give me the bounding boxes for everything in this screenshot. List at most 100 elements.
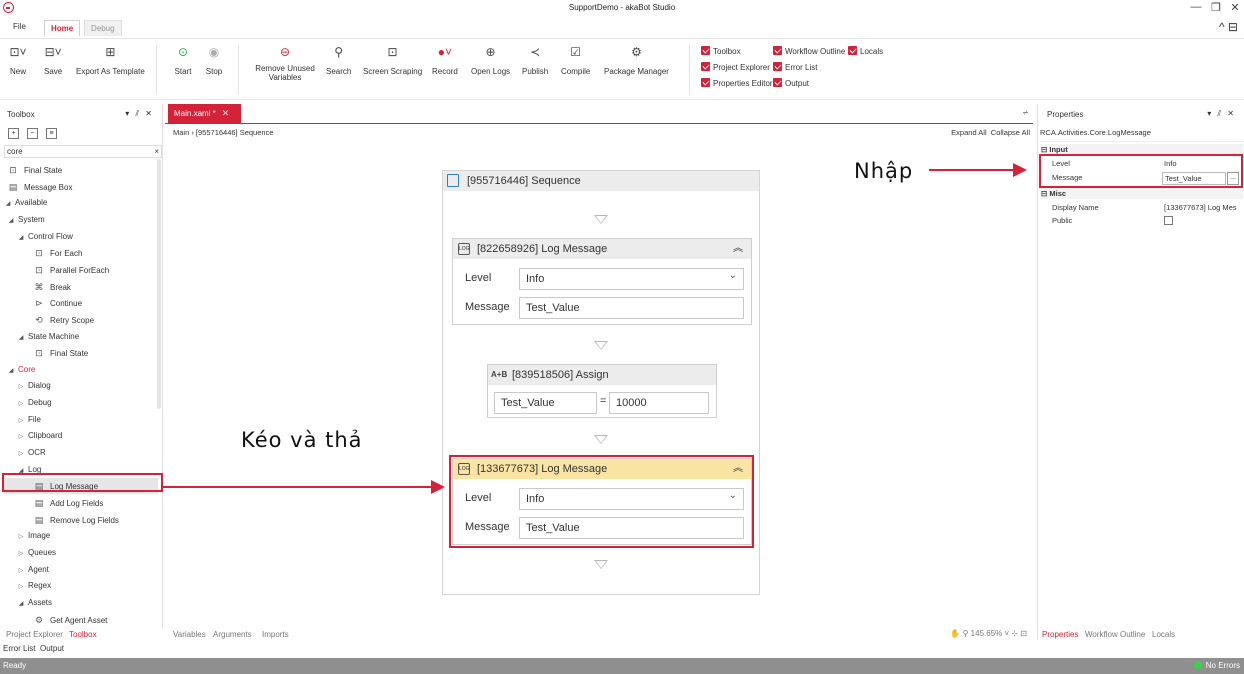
tab-debug[interactable]: Debug — [84, 20, 122, 36]
tab-toolbox[interactable]: Toolbox — [69, 630, 97, 639]
toolbox-header-controls[interactable]: ▾ ⫽ ✕ — [125, 109, 154, 119]
toolbox-item-break[interactable]: ⌘ Break — [33, 279, 71, 295]
toolbox-item-agent[interactable]: ▷ Agent — [17, 562, 49, 578]
assign-to-input[interactable]: Test_Value — [494, 392, 597, 414]
toolbox-item-assets[interactable]: ◢ Assets — [17, 595, 52, 611]
property-public-checkbox[interactable] — [1164, 216, 1173, 225]
ribbon-collapse-icon[interactable]: ^ ⊟ — [1219, 20, 1238, 34]
tab-imports[interactable]: Imports — [262, 630, 289, 639]
toolbox-item-state-machine[interactable]: ◢ State Machine — [17, 329, 79, 345]
drop-target-icon[interactable] — [594, 560, 608, 569]
toolbox-item-retry-scope[interactable]: ⟲ Retry Scope — [33, 312, 94, 328]
output-checkbox[interactable]: Output — [773, 78, 809, 88]
collapse-icon[interactable]: ︽ — [733, 239, 743, 259]
tab-error-list[interactable]: Error List — [3, 644, 35, 653]
toolbox-item-system[interactable]: ◢ System — [7, 212, 45, 228]
log-message-activity-1[interactable]: LOG [822658926] Log Message ︽ Level Info… — [452, 238, 752, 325]
toolbox-item-queues[interactable]: ▷ Queues — [17, 545, 56, 561]
remove-unused-variables-button[interactable]: ⊖ Remove Unused Variables — [253, 45, 317, 82]
tab-home[interactable]: Home — [44, 20, 81, 36]
package-manager-button[interactable]: ⚙ Package Manager — [604, 45, 669, 76]
level-dropdown[interactable]: Info — [519, 266, 744, 290]
screen-scraping-button[interactable]: ⊡ Screen Scraping — [363, 45, 422, 76]
tab-file[interactable]: File — [13, 22, 26, 31]
new-button[interactable]: ⊡˅ New — [9, 45, 27, 76]
error-list-checkbox[interactable]: Error List — [773, 62, 817, 72]
toolbox-item-add-log-fields[interactable]: ▤ Add Log Fields — [33, 495, 104, 511]
toolbox-item-debug[interactable]: ▷ Debug — [17, 395, 52, 411]
tab-workflow-outline[interactable]: Workflow Outline — [1085, 630, 1145, 639]
drop-target-icon[interactable] — [594, 341, 608, 350]
record-button[interactable]: ●˅ Record — [432, 45, 458, 76]
restore-button[interactable]: ❐ — [1206, 1, 1226, 14]
toolbox-item-available[interactable]: ◢ Available — [4, 195, 48, 211]
toolbox-item-remove-log-fields[interactable]: ▤ Remove Log Fields — [33, 512, 119, 528]
breadcrumb[interactable]: Main › [955716446] Sequence — [173, 128, 274, 137]
sequence-header[interactable]: [955716446] Sequence — [443, 171, 759, 191]
open-logs-button[interactable]: ⊕ Open Logs — [471, 45, 510, 76]
collapsed-arrow-icon: ▷ — [18, 534, 24, 541]
assign-value-input[interactable]: 10000 — [609, 392, 709, 414]
filter-icon[interactable]: ⩫ — [1022, 108, 1029, 117]
toolbox-item-final-state[interactable]: ⊡ Final State — [7, 162, 62, 178]
expand-all-icon[interactable]: + — [8, 128, 19, 139]
tab-locals[interactable]: Locals — [1152, 630, 1175, 639]
project-explorer-checkbox[interactable]: Project Explorer — [701, 62, 770, 72]
tab-arguments[interactable]: Arguments — [213, 630, 252, 639]
locals-checkbox[interactable]: Locals — [848, 46, 883, 56]
toolbox-scrollbar[interactable] — [157, 159, 161, 409]
assign-activity[interactable]: A+B [839518506] Assign Test_Value = 1000… — [487, 364, 717, 418]
toolbox-item-control-flow[interactable]: ◢ Control Flow — [17, 229, 73, 245]
toolbox-checkbox[interactable]: Toolbox — [701, 46, 741, 56]
assign-header[interactable]: A+B [839518506] Assign — [488, 365, 716, 385]
tab-main-xaml[interactable]: Main.xaml * ✕ — [168, 104, 241, 124]
tab-properties[interactable]: Properties — [1042, 630, 1078, 639]
tab-variables[interactable]: Variables — [173, 630, 206, 639]
start-button[interactable]: ⊙ Start — [174, 45, 192, 76]
toolbox-item-for-each[interactable]: ⊡ For Each — [33, 245, 82, 261]
drop-target-icon[interactable] — [594, 215, 608, 224]
drop-target-icon[interactable] — [594, 435, 608, 444]
collapse-all-link[interactable]: Collapse All — [991, 128, 1030, 137]
list-view-icon[interactable]: ≡ — [46, 128, 57, 139]
property-display-name-value[interactable]: [133677673] Log Mes — [1164, 202, 1237, 214]
expanded-arrow-icon: ◢ — [18, 234, 24, 241]
toolbox-item-image[interactable]: ▷ Image — [17, 528, 51, 544]
toolbox-item-file[interactable]: ▷ File — [17, 412, 41, 428]
close-button[interactable]: ✕ — [1225, 1, 1244, 14]
zoom-controls[interactable]: ✋ ⚲ 145.65% ˅ ⊹ ⊡ — [950, 629, 1027, 638]
ribbon-tabs: File Home Debug — [0, 18, 1244, 40]
toolbox-item-core[interactable]: ◢ Core — [7, 362, 36, 378]
tab-project-explorer[interactable]: Project Explorer — [6, 630, 63, 639]
sequence-container[interactable]: [955716446] Sequence LOG [822658926] Log… — [442, 170, 760, 595]
toolbox-item-dialog[interactable]: ▷ Dialog — [17, 378, 51, 394]
workflow-outline-checkbox[interactable]: Workflow Outline — [773, 46, 845, 56]
toolbox-item-regex[interactable]: ▷ Regex — [17, 578, 51, 594]
search-clear-icon[interactable]: × — [154, 146, 159, 157]
toolbox-item-parallel-foreach[interactable]: ⊡ Parallel ForEach — [33, 262, 109, 278]
properties-header-controls[interactable]: ▾ ⫽ ✕ — [1207, 109, 1236, 119]
tab-output[interactable]: Output — [40, 644, 64, 653]
search-button[interactable]: ⚲ Search — [326, 45, 351, 76]
minimize-button[interactable]: — — [1186, 1, 1206, 13]
toolbox-item-message-box[interactable]: ▤ Message Box — [7, 179, 73, 195]
properties-editor-checkbox[interactable]: Properties Editor — [701, 78, 773, 88]
save-button[interactable]: ⊟˅ Save — [44, 45, 62, 76]
package-manager-label: Package Manager — [604, 67, 669, 76]
toolbox-search-input[interactable]: core × — [4, 145, 162, 158]
publish-button[interactable]: ≺ Publish — [522, 45, 548, 76]
stop-button[interactable]: ◉ Stop — [205, 45, 223, 76]
toolbox-item-final-state[interactable]: ⊡ Final State — [33, 345, 88, 361]
expand-all-link[interactable]: Expand All — [951, 128, 986, 137]
toolbox-item-get-agent-asset[interactable]: ⚙ Get Agent Asset — [33, 612, 107, 628]
misc-category[interactable]: ⊟ Misc — [1040, 188, 1243, 199]
message-input[interactable]: Test_Value — [519, 297, 744, 319]
export-template-button[interactable]: ⊞ Export As Template — [76, 45, 145, 76]
tab-close-icon[interactable]: ✕ — [222, 108, 230, 118]
log-message-1-header[interactable]: LOG [822658926] Log Message ︽ — [453, 239, 751, 259]
collapse-all-icon[interactable]: − — [27, 128, 38, 139]
compile-button[interactable]: ☑ Compile — [561, 45, 590, 76]
toolbox-item-ocr[interactable]: ▷ OCR — [17, 445, 46, 461]
toolbox-item-clipboard[interactable]: ▷ Clipboard — [17, 428, 63, 444]
toolbox-item-continue[interactable]: ⊳ Continue — [33, 295, 82, 311]
